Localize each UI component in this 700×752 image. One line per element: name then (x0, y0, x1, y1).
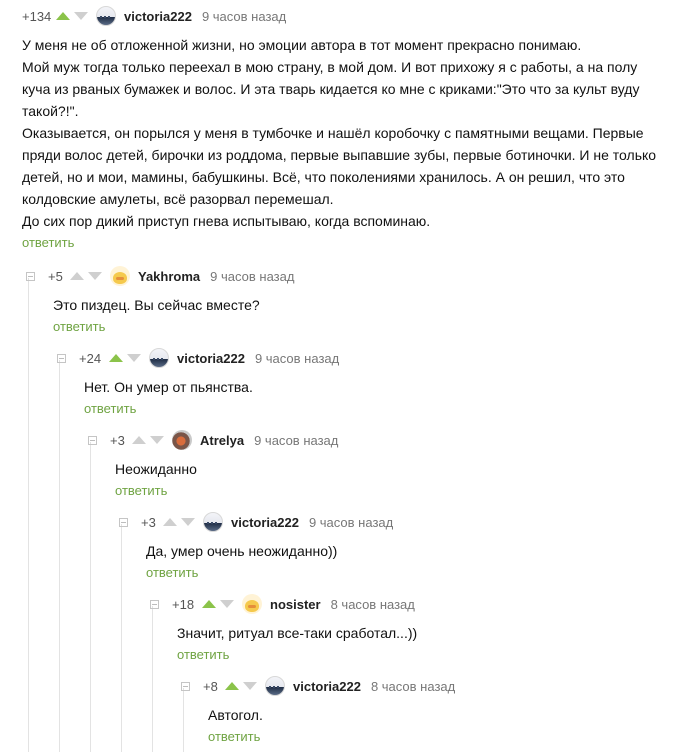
collapse-toggle[interactable] (119, 517, 128, 527)
vote-up-icon[interactable] (163, 518, 177, 526)
comment-text-line: До сих пор дикий приступ гнева испытываю… (22, 213, 431, 229)
username[interactable]: Atrelya (200, 433, 244, 448)
reply-link[interactable]: ответить (208, 727, 700, 747)
comment-rating: +8 (203, 678, 218, 694)
comment-header: +8 victoria222 8 часов назад (177, 676, 700, 696)
timestamp[interactable]: 9 часов назад (309, 515, 393, 530)
vote-up-icon[interactable] (56, 12, 70, 20)
vote-up-icon[interactable] (109, 354, 123, 362)
username[interactable]: victoria222 (231, 515, 299, 530)
comment: +134 victoria222 9 часов назад У меня не… (22, 6, 700, 253)
comment-text: Значит, ритуал все-таки сработал...)) (177, 622, 700, 644)
vote-down-icon[interactable] (150, 436, 164, 444)
comment-text-line: Неожиданно (115, 461, 197, 477)
comment-header: +134 victoria222 9 часов назад (22, 6, 700, 26)
timestamp[interactable]: 9 часов назад (202, 9, 286, 24)
comment-rating: +5 (48, 268, 63, 284)
avatar[interactable] (172, 430, 192, 450)
timestamp[interactable]: 9 часов назад (255, 351, 339, 366)
comment-text-line: куча из рваных бумажек и волос. И эта тв… (22, 81, 640, 97)
vote-down-icon[interactable] (181, 518, 195, 526)
comment-text-line: Мой муж тогда только переехал в мою стра… (22, 59, 638, 75)
vote-up-icon[interactable] (70, 272, 84, 280)
reply-link[interactable]: ответить (146, 563, 700, 583)
comment-text-line: пряди волос детей, бирочки из роддома, п… (22, 147, 657, 163)
comment-text-line: детей, но и мои, мамины, бабушкины. Всё,… (22, 169, 625, 185)
collapse-toggle[interactable] (88, 435, 97, 445)
comment-rating: +3 (110, 432, 125, 448)
vote-down-icon[interactable] (74, 12, 88, 20)
collapse-toggle[interactable] (150, 599, 159, 609)
avatar[interactable] (96, 6, 116, 26)
comment-header: +3 Atrelya 9 часов назад (84, 430, 700, 450)
comment-header: +3 victoria222 9 часов назад (115, 512, 700, 532)
avatar[interactable] (265, 676, 285, 696)
timestamp[interactable]: 9 часов назад (210, 269, 294, 284)
collapse-toggle[interactable] (26, 271, 35, 281)
comment-text-line: Да, умер очень неожиданно)) (146, 543, 338, 559)
timestamp[interactable]: 8 часов назад (331, 597, 415, 612)
collapse-toggle[interactable] (57, 353, 66, 363)
comment: +3 victoria222 9 часов назад Да, умер оч… (115, 512, 700, 583)
avatar[interactable] (203, 512, 223, 532)
comment-rating: +134 (22, 8, 52, 24)
comment-text: У меня не об отложенной жизни, но эмоции… (22, 34, 700, 232)
comment: +8 victoria222 8 часов назад Автогол. от… (177, 676, 700, 747)
comment-text-line: Оказывается, он порылся у меня в тумбочк… (22, 125, 644, 141)
comment-header: +24 victoria222 9 часов назад (53, 348, 700, 368)
comment-text-line: Автогол. (208, 707, 263, 723)
timestamp[interactable]: 9 часов назад (254, 433, 338, 448)
avatar[interactable] (110, 266, 130, 286)
username[interactable]: victoria222 (177, 351, 245, 366)
comment-text-line: такой?!". (22, 103, 79, 119)
collapse-toggle[interactable] (181, 681, 190, 691)
reply-link[interactable]: ответить (115, 481, 700, 501)
reply-link[interactable]: ответить (53, 317, 700, 337)
comment-rating: +18 (172, 596, 195, 612)
vote-up-icon[interactable] (225, 682, 239, 690)
vote-down-icon[interactable] (243, 682, 257, 690)
avatar[interactable] (149, 348, 169, 368)
comment: +24 victoria222 9 часов назад Нет. Он ум… (53, 348, 700, 419)
vote-up-icon[interactable] (202, 600, 216, 608)
reply-link[interactable]: ответить (177, 645, 700, 665)
comment-header: +18 nosister 8 часов назад (146, 594, 700, 614)
vote-down-icon[interactable] (220, 600, 234, 608)
comment-text-line: Это пиздец. Вы сейчас вместе? (53, 297, 260, 313)
username[interactable]: nosister (270, 597, 321, 612)
comment-header: +5 Yakhroma 9 часов назад (22, 266, 700, 286)
vote-down-icon[interactable] (127, 354, 141, 362)
timestamp[interactable]: 8 часов назад (371, 679, 455, 694)
comment-text: Автогол. (208, 704, 700, 726)
username[interactable]: victoria222 (124, 9, 192, 24)
comment-text-line: Нет. Он умер от пьянства. (84, 379, 253, 395)
avatar[interactable] (242, 594, 262, 614)
thread-line (28, 278, 29, 752)
username[interactable]: Yakhroma (138, 269, 200, 284)
comment-text-line: Значит, ритуал все-таки сработал...)) (177, 625, 418, 641)
vote-up-icon[interactable] (132, 436, 146, 444)
comment-text-line: колдовские амулеты, всё разорвал перемеш… (22, 191, 334, 207)
comment: +5 Yakhroma 9 часов назад Это пиздец. Вы… (22, 266, 700, 337)
comment: +3 Atrelya 9 часов назад Неожиданно отве… (84, 430, 700, 501)
comment-text: Неожиданно (115, 458, 700, 480)
comment-rating: +3 (141, 514, 156, 530)
comment-text: Это пиздец. Вы сейчас вместе? (53, 294, 700, 316)
comment-text-line: У меня не об отложенной жизни, но эмоции… (22, 37, 582, 53)
reply-link[interactable]: ответить (22, 233, 700, 253)
comment-rating: +24 (79, 350, 102, 366)
comment-text: Нет. Он умер от пьянства. (84, 376, 700, 398)
vote-down-icon[interactable] (88, 272, 102, 280)
reply-link[interactable]: ответить (84, 399, 700, 419)
username[interactable]: victoria222 (293, 679, 361, 694)
comment-text: Да, умер очень неожиданно)) (146, 540, 700, 562)
comment: +18 nosister 8 часов назад Значит, ритуа… (146, 594, 700, 665)
